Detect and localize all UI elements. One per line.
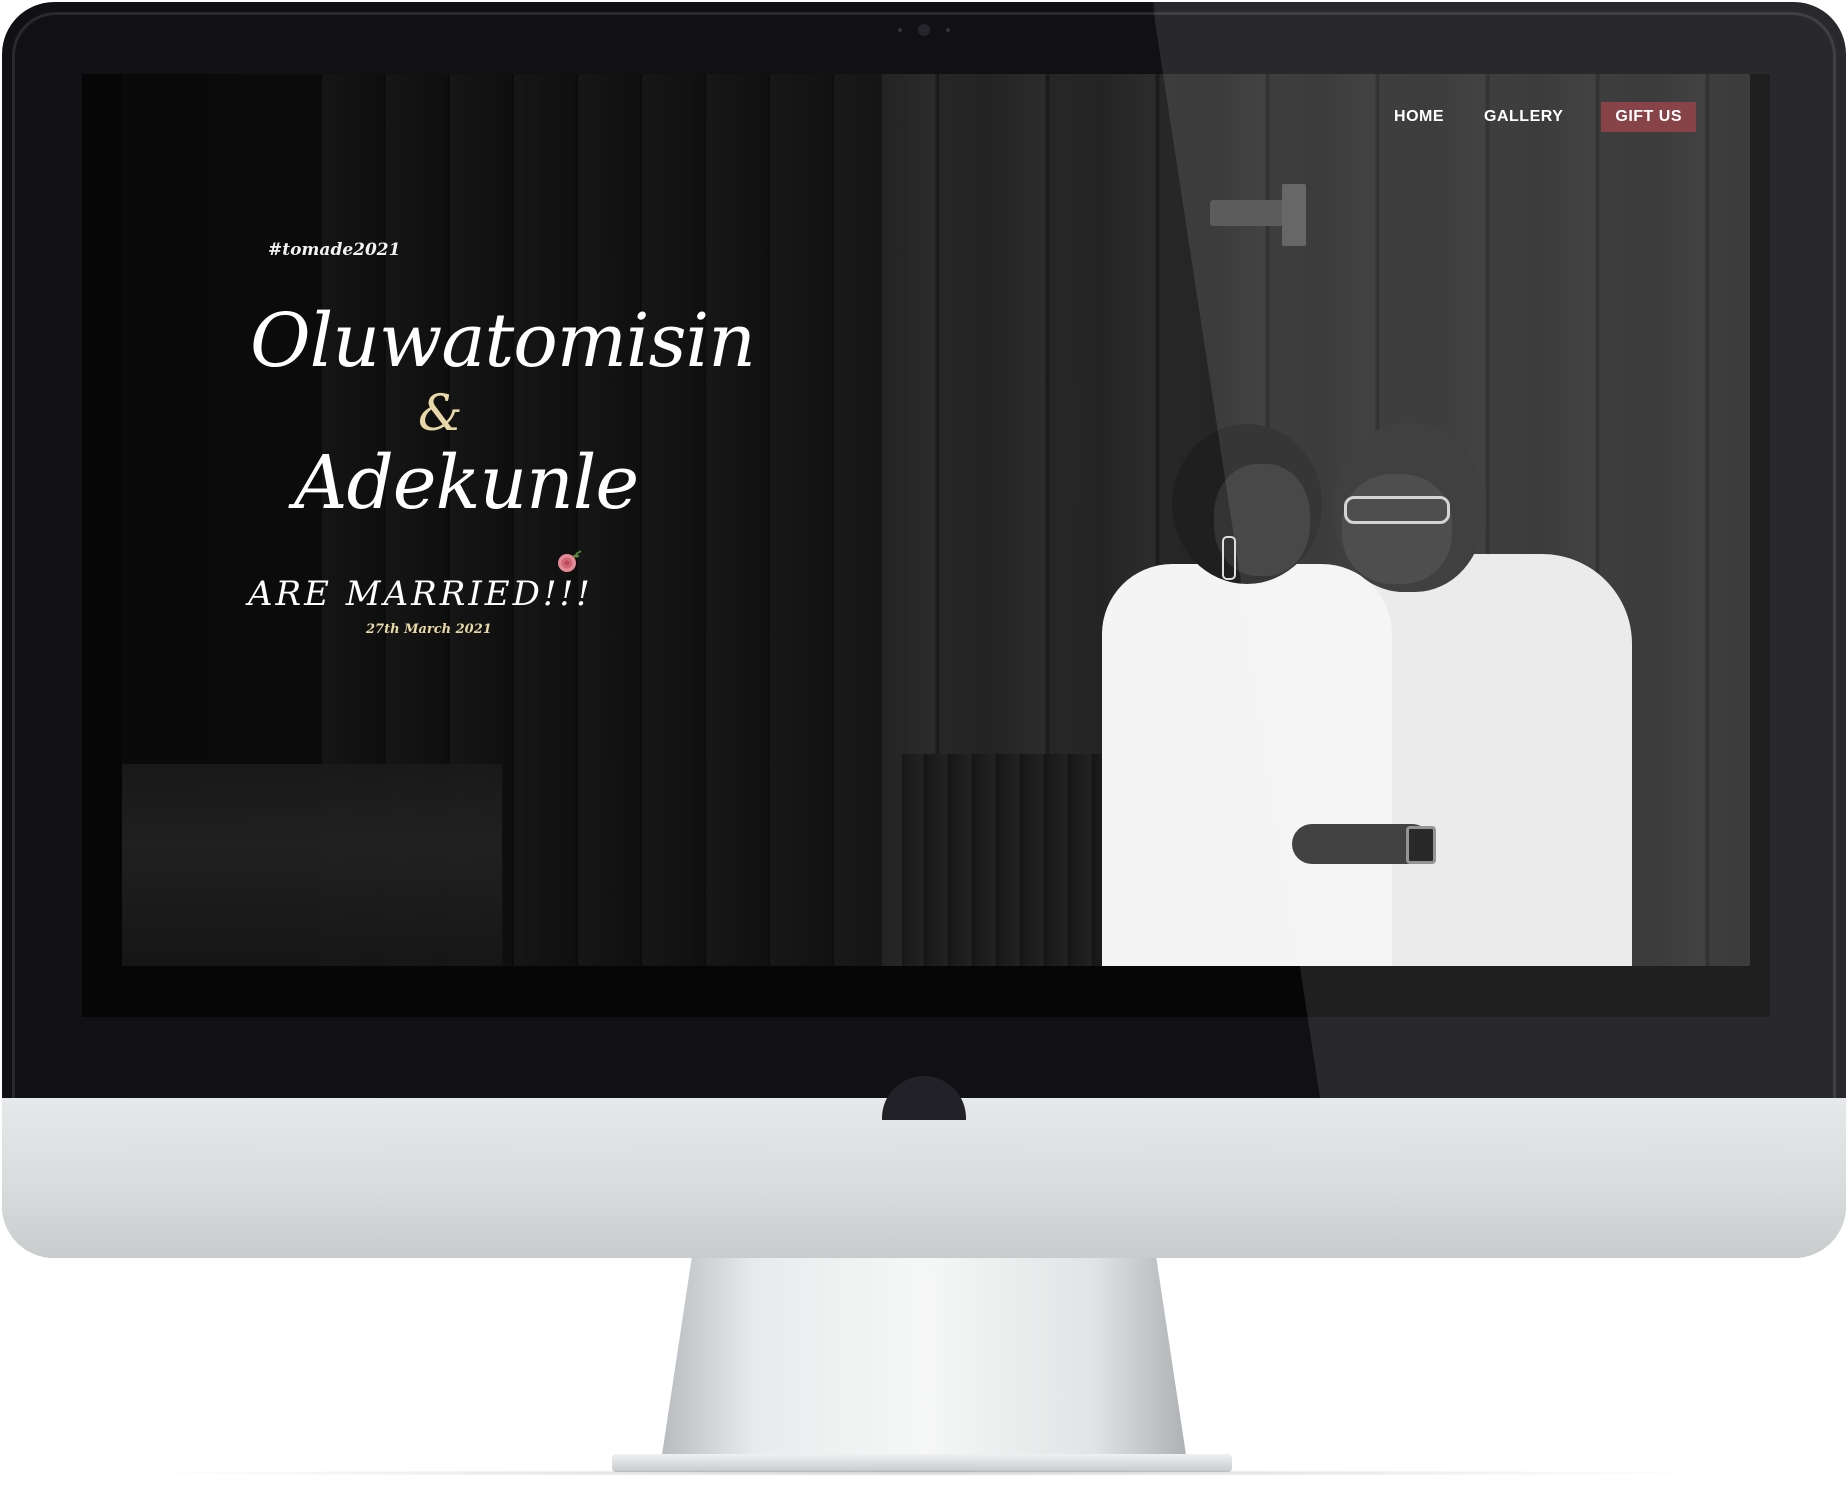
couple-photo <box>1082 404 1632 966</box>
married-headline: ARE MARRIED!!! <box>248 574 593 614</box>
nav-home-link[interactable]: HOME <box>1374 102 1464 132</box>
camera-sensor-right <box>946 28 950 32</box>
screen: HOME GALLERY GIFT US #tomade2021 Oluwato… <box>82 74 1770 1017</box>
groom-glasses <box>1344 496 1450 524</box>
nav-gallery-link[interactable]: GALLERY <box>1464 102 1583 132</box>
top-nav: HOME GALLERY GIFT US <box>1374 102 1696 132</box>
bride-earring <box>1222 536 1236 580</box>
door-hinge-plate <box>1282 184 1306 246</box>
wedding-website: HOME GALLERY GIFT US #tomade2021 Oluwato… <box>122 74 1750 966</box>
monitor-stand <box>660 1258 1188 1468</box>
rose-icon <box>558 550 582 572</box>
camera <box>918 24 930 36</box>
groom-watch <box>1406 826 1436 864</box>
wedding-date: 27th March 2021 <box>366 622 492 637</box>
groom-name: Adekunle <box>294 440 639 526</box>
gift-us-button[interactable]: GIFT US <box>1601 102 1696 132</box>
groom-face <box>1342 474 1452 584</box>
camera-sensor-left <box>898 28 902 32</box>
wedding-hashtag: #tomade2021 <box>268 240 401 260</box>
bride-name: Oluwatomisin <box>250 298 756 384</box>
bride-dress <box>1102 564 1392 966</box>
imac-monitor: HOME GALLERY GIFT US #tomade2021 Oluwato… <box>2 2 1846 1258</box>
monitor-chin <box>2 1098 1846 1258</box>
background-stairs <box>122 764 502 966</box>
ampersand: & <box>418 384 463 442</box>
floor-shadow <box>120 1470 1728 1476</box>
